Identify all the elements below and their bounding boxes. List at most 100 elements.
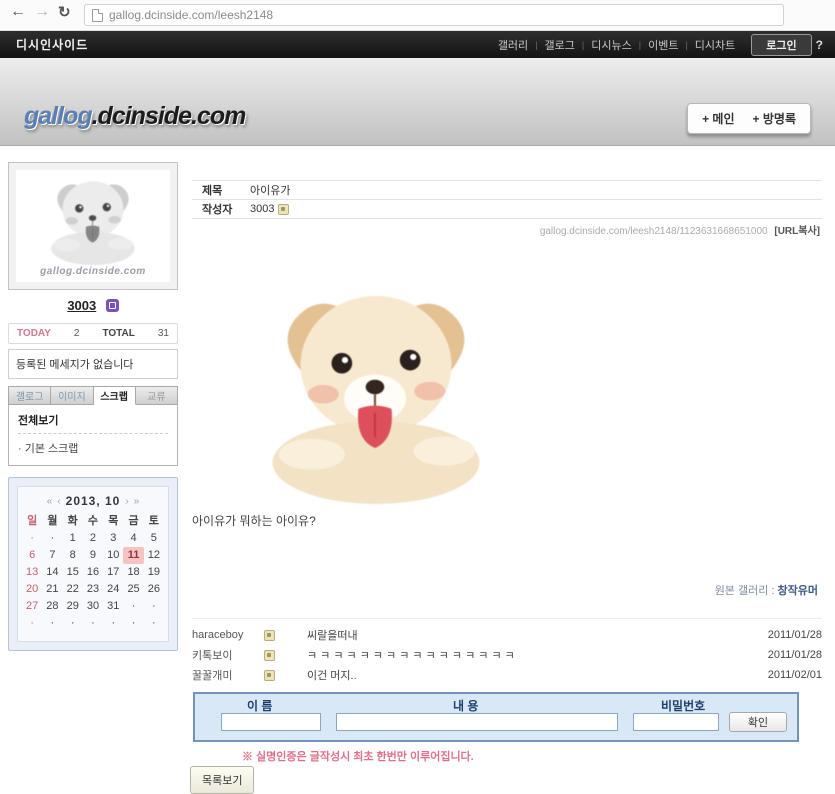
- post-info-table: 제목 아이유가 작성자 3003: [192, 180, 822, 219]
- calendar-day[interactable]: 23: [83, 581, 103, 598]
- nav-item[interactable]: 갤로그: [545, 37, 575, 53]
- calendar-day[interactable]: 12: [144, 547, 164, 564]
- submit-button[interactable]: 확인: [729, 712, 787, 732]
- calendar-day[interactable]: 1: [63, 530, 83, 547]
- nav-item[interactable]: 디시뉴스: [591, 37, 631, 53]
- permalink-line: gallog.dcinside.com/leesh2148/1123631668…: [540, 222, 820, 237]
- address-bar[interactable]: gallog.dcinside.com/leesh2148: [84, 4, 784, 26]
- calendar-day: ·: [22, 615, 42, 632]
- help-icon[interactable]: ?: [816, 38, 823, 52]
- url-text[interactable]: gallog.dcinside.com/leesh2148: [109, 8, 273, 22]
- calendar-day: ·: [123, 598, 143, 615]
- calendar-day[interactable]: 15: [63, 564, 83, 581]
- post-puppy-image: [248, 268, 504, 506]
- prev-year-icon[interactable]: «: [47, 496, 53, 507]
- logo-gallog: gallog: [24, 102, 92, 130]
- calendar-day[interactable]: 30: [83, 598, 103, 615]
- calendar-day[interactable]: 10: [103, 547, 123, 564]
- calendar-day[interactable]: 21: [42, 581, 62, 598]
- nav-item[interactable]: 디시차트: [695, 37, 735, 53]
- back-arrow-icon[interactable]: ←: [10, 3, 26, 21]
- login-button[interactable]: 로그인: [751, 34, 811, 56]
- next-month-icon[interactable]: ›: [125, 496, 128, 507]
- calendar-inner: « ‹ 2013, 10 › » 일월화수목금토 ··1234567891011…: [17, 486, 169, 642]
- gallog-icon[interactable]: [264, 670, 275, 681]
- comment-date: 2011/01/28: [768, 649, 822, 661]
- gallog-icon[interactable]: [278, 204, 289, 215]
- url-copy-button[interactable]: [URL복사]: [774, 226, 820, 237]
- browser-toolbar: ← → ↻ gallog.dcinside.com/leesh2148: [0, 0, 835, 31]
- calendar-day[interactable]: 19: [144, 564, 164, 581]
- calendar-day[interactable]: 29: [63, 598, 83, 615]
- calendar-day[interactable]: 11: [123, 547, 143, 564]
- nav-item[interactable]: 이벤트: [648, 37, 678, 53]
- view-all-link[interactable]: 전체보기: [18, 412, 168, 434]
- gallog-logo[interactable]: gallog.dcinside.com: [24, 102, 245, 131]
- calendar-day[interactable]: 25: [123, 581, 143, 598]
- default-scrap-link[interactable]: · 기본 스크랩: [18, 440, 168, 456]
- prev-month-icon[interactable]: ‹: [57, 496, 60, 507]
- nav-item[interactable]: 갤러리: [498, 37, 528, 53]
- source-gallery-link[interactable]: 창작유머: [778, 585, 818, 597]
- calendar-day[interactable]: 5: [144, 530, 164, 547]
- tab-scrap[interactable]: 스크랩: [94, 386, 136, 405]
- commenter-name[interactable]: haraceboy: [192, 629, 264, 641]
- calendar-day[interactable]: 17: [103, 564, 123, 581]
- content-field[interactable]: [336, 713, 618, 731]
- calendar-day[interactable]: 9: [83, 547, 103, 564]
- calendar-day[interactable]: 22: [63, 581, 83, 598]
- user-row: 3003: [8, 297, 178, 315]
- calendar-day[interactable]: 3: [103, 530, 123, 547]
- forward-arrow-icon[interactable]: →: [34, 3, 50, 21]
- calendar-day[interactable]: 18: [123, 564, 143, 581]
- comment-date: 2011/02/01: [768, 669, 822, 681]
- calendar-day[interactable]: 27: [22, 598, 42, 615]
- calendar-day[interactable]: 26: [144, 581, 164, 598]
- gallog-icon[interactable]: [264, 650, 275, 661]
- calendar-day[interactable]: 13: [22, 564, 42, 581]
- calendar-day[interactable]: 31: [103, 598, 123, 615]
- next-year-icon[interactable]: »: [134, 496, 140, 507]
- dcinside-brand[interactable]: 디시인사이드: [16, 36, 88, 53]
- calendar-day[interactable]: 7: [42, 547, 62, 564]
- calendar-day[interactable]: 16: [83, 564, 103, 581]
- calendar-day[interactable]: 6: [22, 547, 42, 564]
- calendar-title: 2013, 10: [66, 494, 121, 508]
- commenter-name[interactable]: 꿀꿀개미: [192, 667, 264, 683]
- author-row: 작성자 3003: [192, 200, 822, 219]
- username-link[interactable]: 3003: [67, 298, 96, 313]
- refresh-icon[interactable]: ↻: [58, 3, 71, 21]
- calendar-day[interactable]: 4: [123, 530, 143, 547]
- calendar-day[interactable]: 20: [22, 581, 42, 598]
- calendar: « ‹ 2013, 10 › » 일월화수목금토 ··1234567891011…: [8, 477, 178, 651]
- site-topbar: 디시인사이드 갤러리|갤로그|디시뉴스|이벤트|디시차트 로그인 ?: [0, 31, 835, 58]
- post-author[interactable]: 3003: [250, 203, 274, 215]
- main-button[interactable]: + 메인: [702, 110, 734, 127]
- calendar-weekday: 월: [42, 513, 62, 530]
- guestbook-button[interactable]: + 방명록: [753, 110, 796, 127]
- calendar-weekday: 목: [103, 513, 123, 530]
- calendar-day: ·: [42, 615, 62, 632]
- calendar-day: ·: [103, 615, 123, 632]
- post-body-text: 아이유가 뭐하는 아이유?: [192, 512, 316, 529]
- commenter-name[interactable]: 키톡보이: [192, 647, 264, 663]
- calendar-day[interactable]: 2: [83, 530, 103, 547]
- calendar-day[interactable]: 8: [63, 547, 83, 564]
- tab-gallog[interactable]: 갤로그: [8, 386, 51, 405]
- profile-box: gallog.dcinside.com: [8, 162, 178, 290]
- tab-exchange[interactable]: 교류: [136, 386, 178, 405]
- profile-image[interactable]: gallog.dcinside.com: [16, 170, 170, 282]
- calendar-day[interactable]: 14: [42, 564, 62, 581]
- gallog-profile-icon[interactable]: [106, 299, 119, 312]
- comment-text: 씨랄을떠내: [307, 627, 358, 643]
- calendar-day: ·: [63, 615, 83, 632]
- name-field[interactable]: [221, 713, 321, 731]
- password-field[interactable]: [633, 713, 719, 731]
- calendar-day[interactable]: 24: [103, 581, 123, 598]
- main-content: 제목 아이유가 작성자 3003 gallog.dcinside.com/lee…: [186, 162, 828, 786]
- profile-watermark: gallog.dcinside.com: [16, 266, 170, 277]
- tab-image[interactable]: 이미지: [51, 386, 93, 405]
- gallog-icon[interactable]: [264, 630, 275, 641]
- calendar-day[interactable]: 28: [42, 598, 62, 615]
- list-view-button[interactable]: 목록보기: [190, 766, 254, 794]
